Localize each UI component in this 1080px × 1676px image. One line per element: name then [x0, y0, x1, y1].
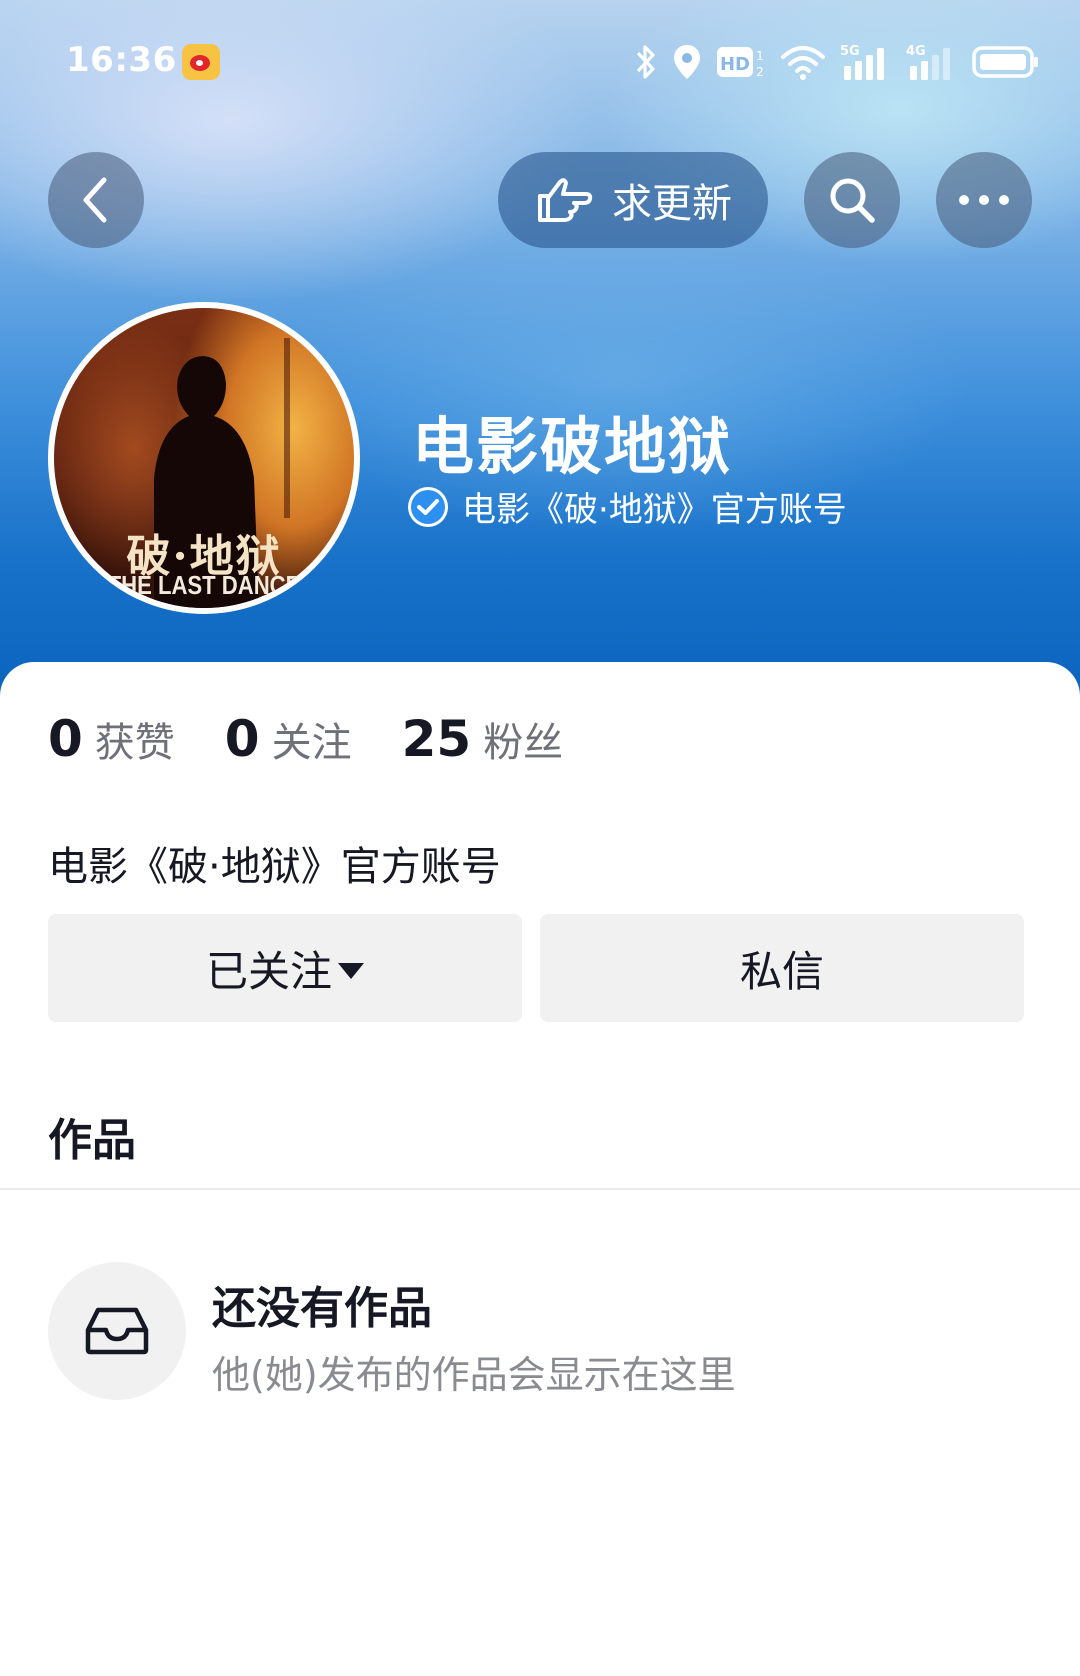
stat-likes[interactable]: 0 获赞 — [48, 710, 175, 768]
verified-badge-icon — [408, 486, 448, 527]
weibo-notification-icon — [182, 44, 220, 80]
request-update-button[interactable]: 求更新 — [498, 152, 768, 248]
message-button-label: 私信 — [739, 946, 824, 996]
svg-text:2: 2 — [756, 65, 764, 79]
verification-row: 电影《破·地狱》官方账号 — [408, 482, 847, 531]
battery-icon — [972, 46, 1038, 78]
verified-description: 电影《破·地狱》官方账号 — [462, 490, 847, 530]
more-dots-icon — [959, 195, 1009, 205]
stat-likes-value: 0 — [48, 710, 83, 768]
signal-4g-icon: 4G — [906, 44, 950, 80]
stat-following[interactable]: 0 关注 — [225, 710, 352, 768]
stat-followers[interactable]: 25 粉丝 — [402, 710, 564, 768]
following-button[interactable]: 已关注 — [48, 914, 522, 1022]
following-button-label: 已关注 — [205, 946, 332, 996]
avatar-poster-subtitle: THE LAST DANCE — [107, 570, 301, 600]
svg-text:HD: HD — [720, 54, 750, 75]
profile-name: 电影破地狱 — [412, 410, 733, 483]
svg-text:4G: 4G — [906, 44, 926, 59]
search-icon — [830, 178, 875, 223]
stat-likes-label: 获赞 — [94, 720, 175, 766]
status-icons: HD 1 2 5G 4G — [634, 38, 1040, 86]
stats-row: 0 获赞 0 关注 25 粉丝 — [48, 710, 613, 768]
stat-following-value: 0 — [224, 710, 260, 768]
status-time: 16:36 — [66, 40, 177, 80]
stat-followers-value: 25 — [401, 710, 472, 768]
request-update-label: 求更新 — [612, 181, 732, 227]
hd-icon: HD 1 2 — [717, 47, 764, 79]
tab-works[interactable]: 作品 — [48, 1104, 136, 1168]
wifi-icon — [781, 46, 825, 80]
message-button[interactable]: 私信 — [540, 914, 1024, 1022]
caret-down-icon — [338, 963, 364, 979]
inbox-icon — [85, 1307, 149, 1355]
stat-followers-label: 粉丝 — [483, 720, 564, 766]
back-button[interactable] — [48, 152, 144, 248]
empty-state-description: 他(她)发布的作品会显示在这里 — [212, 1353, 736, 1397]
search-button[interactable] — [804, 152, 900, 248]
more-options-button[interactable] — [936, 152, 1032, 248]
status-bar: 16:36 HD 1 2 5G 4G — [0, 0, 1080, 120]
stat-following-label: 关注 — [271, 720, 352, 766]
profile-card — [0, 662, 1080, 1676]
empty-state-title: 还没有作品 — [212, 1283, 432, 1334]
section-divider — [0, 1188, 1080, 1190]
signal-5g-icon: 5G — [840, 44, 884, 80]
chevron-left-icon — [83, 177, 107, 223]
avatar[interactable]: 破·地狱 THE LAST DANCE — [48, 302, 360, 614]
svg-text:5G: 5G — [840, 44, 860, 59]
profile-bio: 电影《破·地狱》官方账号 — [48, 844, 501, 890]
svg-text:1: 1 — [756, 49, 764, 63]
empty-state-icon-wrap — [48, 1262, 186, 1400]
pointing-hand-icon — [538, 178, 593, 222]
location-icon — [674, 45, 700, 79]
bluetooth-icon — [636, 45, 655, 79]
